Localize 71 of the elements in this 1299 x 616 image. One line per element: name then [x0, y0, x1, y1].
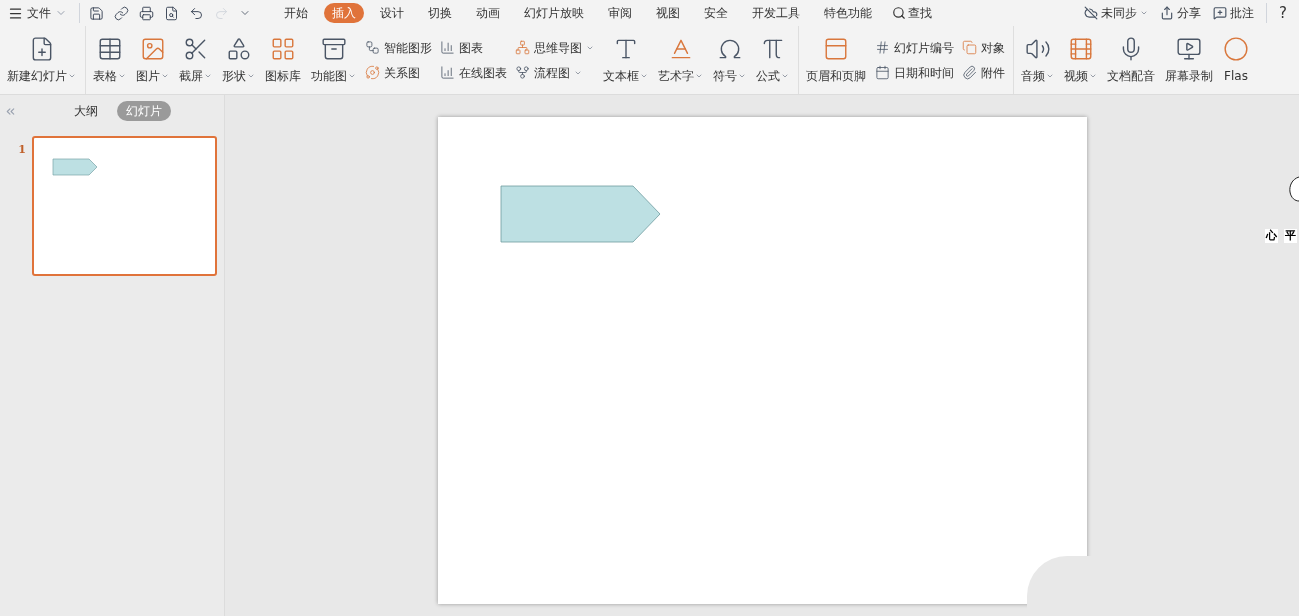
panel-tab[interactable]: 大纲 — [65, 101, 107, 121]
ribbon-button[interactable]: 形状 — [221, 26, 256, 94]
widget-text: 心 — [1265, 229, 1278, 243]
preview-icon — [164, 5, 179, 21]
ribbon-tab[interactable]: 设计 — [372, 3, 412, 23]
slide-thumbnail[interactable] — [32, 136, 217, 276]
ribbon-tab[interactable]: 开发工具 — [744, 3, 808, 23]
ribbon-button[interactable]: 视频 — [1063, 26, 1098, 94]
ribbon-button[interactable]: 音频 — [1020, 26, 1055, 94]
ribbon-button[interactable]: 表格 — [92, 26, 127, 94]
toolbar-button[interactable]: 批注 — [1213, 4, 1255, 22]
bar-chart-icon — [440, 40, 455, 55]
ribbon-small-button[interactable]: 附件 — [962, 63, 1005, 82]
ribbon-small-button[interactable]: 智能图形 — [365, 38, 432, 57]
ribbon-tab[interactable]: 审阅 — [600, 3, 640, 23]
undo-icon — [189, 5, 204, 21]
ribbon-button[interactable]: 功能图 — [310, 26, 357, 94]
search-button[interactable]: 查找 — [888, 4, 936, 22]
online-chart-icon — [440, 65, 455, 80]
ribbon-tab[interactable]: 切换 — [420, 3, 460, 23]
printer-icon — [139, 5, 154, 21]
ribbon-small-button[interactable]: 对象 — [962, 38, 1005, 57]
redo-icon — [214, 5, 229, 21]
ribbon-button[interactable]: 图片 — [135, 26, 170, 94]
ribbon-button[interactable]: 文本框 — [602, 26, 649, 94]
file-menu[interactable]: 文件 — [8, 4, 75, 22]
ribbon-button[interactable]: 图标库 — [264, 26, 302, 94]
widget-text: 平 — [1284, 229, 1297, 243]
search-icon — [892, 6, 906, 20]
calendar-icon — [875, 65, 890, 80]
ribbon-small-button[interactable]: 关系图 — [365, 63, 432, 82]
help-button[interactable]: ? — [1279, 1, 1291, 25]
ribbon-tab[interactable]: 视图 — [648, 3, 688, 23]
save-icon — [89, 5, 104, 21]
ribbon-tab[interactable]: 幻灯片放映 — [516, 3, 592, 23]
comment-icon — [1213, 6, 1228, 20]
ribbon-small-button[interactable]: 流程图 — [515, 63, 594, 82]
hash-icon — [875, 40, 890, 55]
ribbon-tab[interactable]: 动画 — [468, 3, 508, 23]
ribbon-button[interactable]: 截屏 — [178, 26, 213, 94]
ribbon-button[interactable]: 页眉和页脚 — [805, 26, 867, 94]
ribbon-button[interactable]: 文档配音 — [1106, 26, 1156, 94]
ribbon-small-button[interactable]: 在线图表 — [440, 63, 507, 82]
flowchart-icon — [515, 65, 530, 80]
ribbon-small-button[interactable]: 图表 — [440, 38, 507, 57]
mind-map-icon — [515, 40, 530, 55]
ribbon-button[interactable]: 符号 — [712, 26, 747, 94]
ribbon-button[interactable]: 公式 — [755, 26, 790, 94]
paperclip-icon — [962, 65, 977, 80]
ribbon-tab[interactable]: 开始 — [276, 3, 316, 23]
ribbon-small-button[interactable]: 日期和时间 — [875, 63, 954, 82]
ribbon-small-button[interactable]: 幻灯片编号 — [875, 38, 954, 57]
circle-icon — [1223, 35, 1249, 62]
ribbon-button[interactable]: Flas — [1222, 26, 1250, 94]
ribbon-button[interactable]: 新建幻灯片 — [6, 26, 77, 94]
ribbon-button[interactable]: 屏幕录制 — [1164, 26, 1214, 94]
link-icon — [114, 5, 129, 21]
cloud-icon — [1084, 6, 1099, 20]
toolbar-button[interactable]: 未同步 — [1084, 4, 1149, 22]
slide-number: 1 — [17, 142, 27, 158]
hand-drawing — [1288, 176, 1299, 202]
object-icon — [962, 40, 977, 55]
cycle-icon — [365, 65, 380, 80]
share-icon — [1160, 6, 1175, 20]
ribbon-tab[interactable]: 特色功能 — [816, 3, 880, 23]
pentagon-shape — [52, 158, 98, 176]
toolbar-button[interactable]: 分享 — [1160, 4, 1202, 22]
menu-icon — [8, 5, 23, 21]
ribbon-tab[interactable]: 安全 — [696, 3, 736, 23]
ribbon-small-button[interactable]: 思维导图 — [515, 38, 594, 57]
ribbon-button[interactable]: 艺术字 — [657, 26, 704, 94]
